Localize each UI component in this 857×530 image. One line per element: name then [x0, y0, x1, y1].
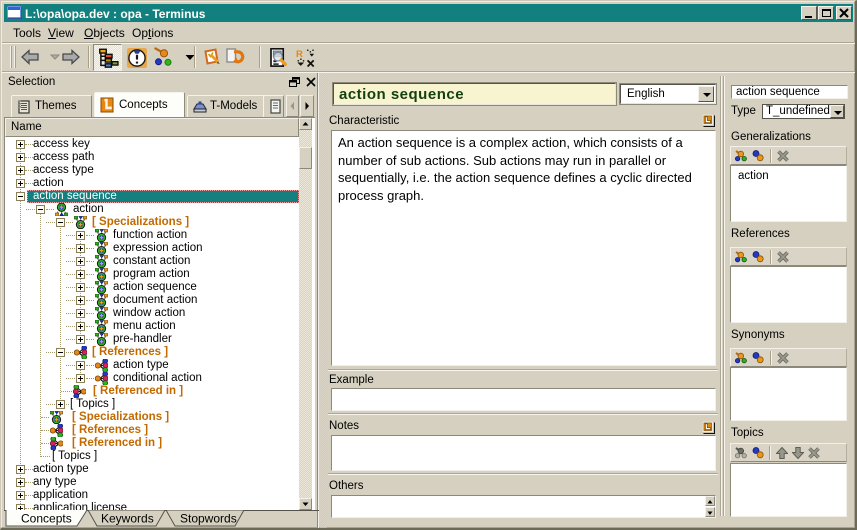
svg-text:Concepts: Concepts — [21, 512, 72, 526]
svg-text:Stopwords: Stopwords — [180, 512, 237, 526]
svg-text:Keywords: Keywords — [101, 512, 154, 526]
svg-text:R: R — [296, 49, 303, 60]
